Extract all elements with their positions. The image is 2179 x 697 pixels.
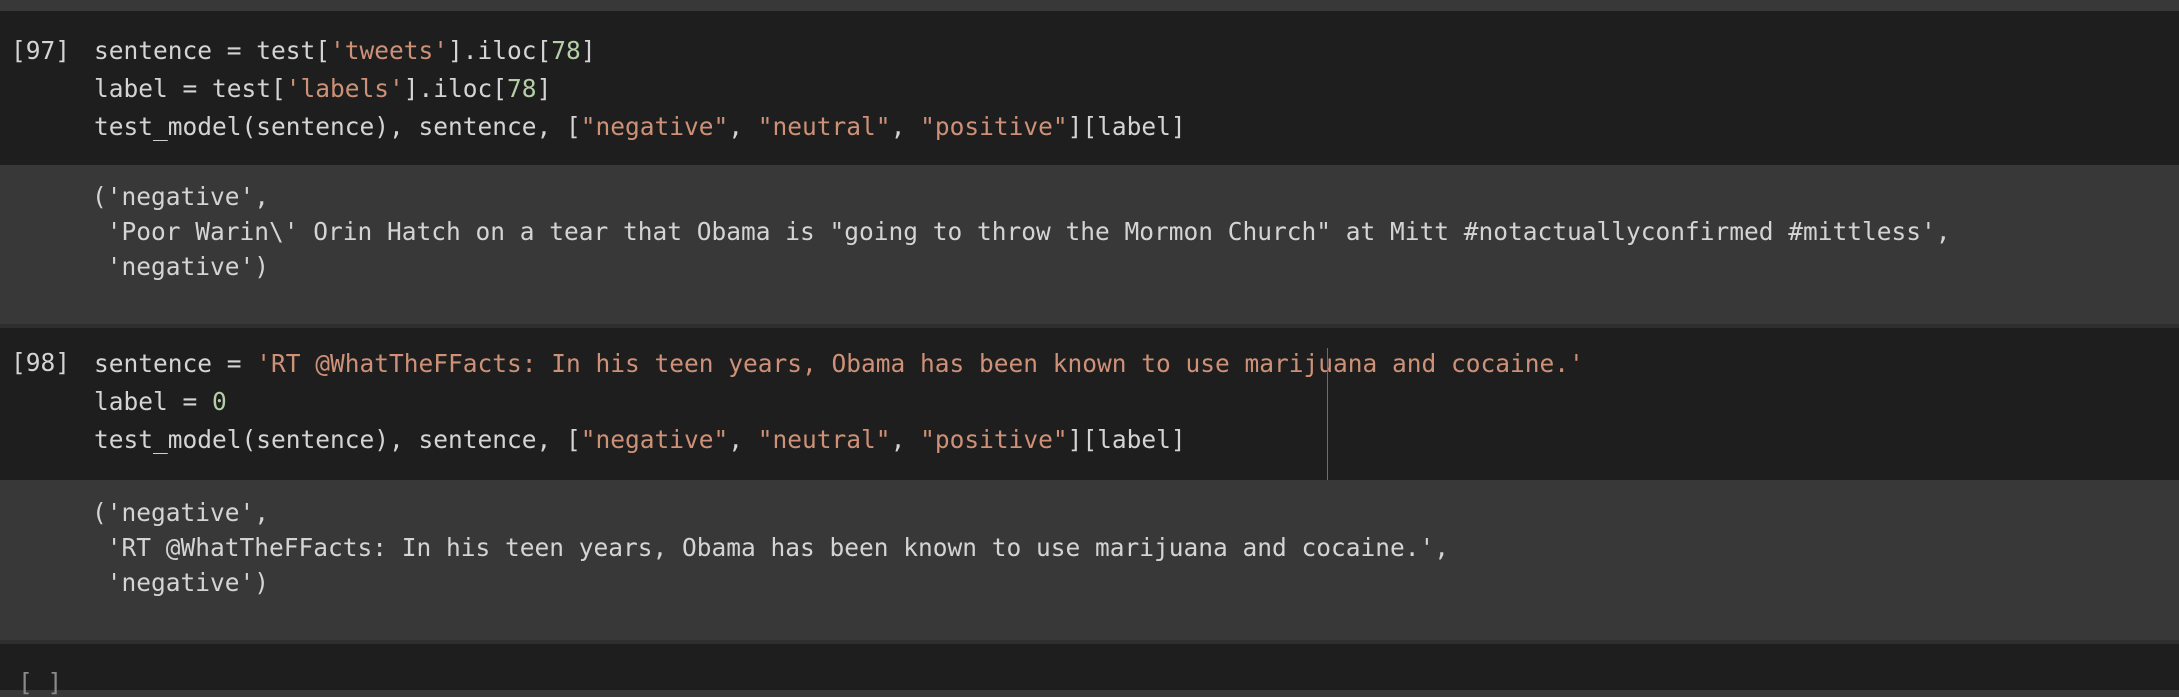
code-token: "negative" xyxy=(580,112,729,141)
code-token: "negative" xyxy=(580,425,729,454)
execution-count[interactable]: [97] xyxy=(11,36,70,65)
code-token: , xyxy=(890,425,921,454)
code-token: ] xyxy=(580,36,596,65)
output-area-98: ('negative', 'RT @WhatTheFFacts: In his … xyxy=(0,480,2179,640)
output-line: 'negative') xyxy=(92,568,270,597)
code-line[interactable]: label = test['labels'].iloc[78] xyxy=(94,70,551,108)
code-line[interactable]: label = 0 xyxy=(94,383,227,421)
empty-execution-count[interactable]: [ ] xyxy=(18,668,62,697)
code-token: ][label] xyxy=(1067,425,1186,454)
code-token: "positive" xyxy=(920,425,1068,454)
ruler-line xyxy=(1327,348,1328,480)
code-token: ].iloc[ xyxy=(403,74,508,103)
code-token: "neutral" xyxy=(757,112,891,141)
code-token: ].iloc[ xyxy=(448,36,552,65)
code-token: "neutral" xyxy=(757,425,891,454)
code-token: 'labels' xyxy=(285,74,404,103)
code-token: ][label] xyxy=(1067,112,1186,141)
empty-code-cell[interactable] xyxy=(0,644,2179,690)
code-cell-97[interactable]: [97] sentence = test['tweets'].iloc[78] … xyxy=(0,11,2179,165)
code-token: , xyxy=(728,112,758,141)
code-token: test_model(sentence), sentence, [ xyxy=(94,112,581,141)
code-token: 78 xyxy=(507,74,537,103)
output-line: ('negative', xyxy=(92,182,270,211)
code-token: 'RT @WhatTheFFacts: In his teen years, O… xyxy=(256,349,1584,378)
code-token: , xyxy=(890,112,921,141)
output-area-97: ('negative', 'Poor Warin\' Orin Hatch on… xyxy=(0,165,2179,324)
code-token: sentence = xyxy=(94,349,257,378)
output-line: 'RT @WhatTheFFacts: In his teen years, O… xyxy=(92,533,1450,562)
execution-count[interactable]: [98] xyxy=(11,348,70,377)
code-token: test_model(sentence), sentence, [ xyxy=(94,425,581,454)
code-token: "positive" xyxy=(920,112,1068,141)
code-token: label = xyxy=(94,387,213,416)
code-line[interactable]: test_model(sentence), sentence, ["negati… xyxy=(94,421,1186,459)
code-line[interactable]: sentence = 'RT @WhatTheFFacts: In his te… xyxy=(94,345,1584,383)
code-token: sentence = test[ xyxy=(94,36,331,65)
code-token: 'tweets' xyxy=(330,36,449,65)
code-line[interactable]: test_model(sentence), sentence, ["negati… xyxy=(94,108,1186,146)
code-line[interactable]: sentence = test['tweets'].iloc[78] xyxy=(94,32,596,70)
output-line: 'Poor Warin\' Orin Hatch on a tear that … xyxy=(92,217,1951,246)
code-cell-98[interactable]: [98] sentence = 'RT @WhatTheFFacts: In h… xyxy=(0,328,2179,480)
top-strip xyxy=(0,0,2179,11)
code-token: ] xyxy=(536,74,552,103)
code-token: 0 xyxy=(212,387,227,416)
output-line: ('negative', xyxy=(92,498,270,527)
code-token: , xyxy=(728,425,758,454)
output-line: 'negative') xyxy=(92,252,270,281)
code-token: 78 xyxy=(551,36,581,65)
code-token: label = test[ xyxy=(94,74,286,103)
